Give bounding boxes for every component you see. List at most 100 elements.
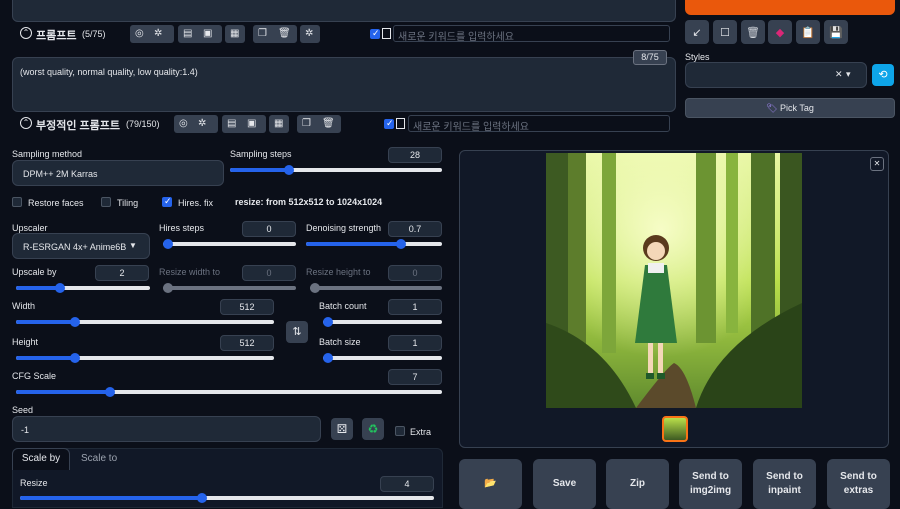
generated-image[interactable] — [546, 153, 802, 408]
send-to-extras-button[interactable]: Send to extras — [827, 459, 890, 509]
recycle-icon[interactable]: ♻ — [362, 418, 384, 440]
square-icon-button[interactable]: ☐ — [713, 20, 737, 44]
resize-height-input[interactable]: 0 — [388, 265, 442, 281]
batch-count-input[interactable]: 1 — [388, 299, 442, 315]
negative-toolbar: ⌃ 부정적인 프롬프트 (79/150) ◎ ✲ ▤ ▣ ▦ ❐ 🗑 새로운 키… — [12, 114, 676, 134]
document-icon[interactable]: ▤ — [227, 118, 236, 129]
negative-count: (79/150) — [126, 119, 160, 129]
denoising-slider[interactable] — [306, 239, 442, 249]
resize-height-slider[interactable] — [310, 283, 442, 293]
batch-size-input[interactable]: 1 — [388, 335, 442, 351]
image-icon[interactable]: ▦ — [274, 118, 283, 129]
bookmark-icon[interactable]: ▣ — [247, 118, 256, 129]
styles-dropdown[interactable]: ✕ ▾ — [685, 62, 867, 88]
close-image-button[interactable]: ✕ — [870, 157, 884, 171]
sampling-method-select[interactable]: DPM++ 2M Karras — [12, 160, 224, 186]
seed-input[interactable]: -1 — [12, 416, 321, 442]
width-input[interactable]: 512 — [220, 299, 274, 315]
negative-prompt-textarea[interactable]: (worst quality, normal quality, low qual… — [12, 57, 676, 112]
open-folder-button[interactable]: 📂 — [459, 459, 522, 509]
collapse-icon[interactable]: ⌃ — [20, 27, 32, 39]
copy-icon[interactable]: ❐ — [258, 28, 267, 39]
dice-icon[interactable]: ⚄ — [331, 418, 353, 440]
arrow-icon-button[interactable]: ↙ — [685, 20, 709, 44]
gear-icon[interactable]: ✲ — [198, 118, 206, 129]
slider-fill — [16, 286, 61, 290]
bookmark-icon[interactable]: ▣ — [203, 28, 212, 39]
cfg-scale-slider[interactable] — [16, 387, 442, 397]
trash-icon[interactable]: 🗑 — [278, 28, 291, 39]
swap-dimensions-button[interactable]: ⇅ — [286, 321, 308, 343]
tiling-checkbox[interactable] — [101, 197, 111, 207]
folder-icon: 📂 — [484, 478, 497, 489]
restore-faces-checkbox[interactable] — [12, 197, 22, 207]
slider-handle[interactable] — [396, 239, 407, 249]
document-icon[interactable]: ▤ — [183, 28, 192, 39]
sampling-steps-input[interactable]: 28 — [388, 147, 442, 163]
slider-handle[interactable] — [310, 283, 320, 293]
slider-handle[interactable] — [323, 353, 333, 363]
hires-steps-slider[interactable] — [163, 239, 296, 249]
keyword-checkbox[interactable] — [370, 28, 380, 39]
hires-steps-input[interactable]: 0 — [242, 221, 296, 237]
keyword-checkbox[interactable] — [384, 118, 394, 129]
batch-size-slider[interactable] — [323, 353, 442, 363]
slider-handle[interactable] — [284, 165, 295, 175]
keyword-input[interactable]: 새로운 키워드를 입력하세요 — [393, 25, 670, 43]
keyword-input[interactable]: 새로운 키워드를 입력하세요 — [408, 115, 670, 133]
clear-icon[interactable]: ✕ — [835, 69, 843, 80]
globe-icon[interactable]: ◎ — [179, 118, 188, 129]
resize-slider[interactable] — [20, 493, 434, 503]
copy-icon[interactable]: ❐ — [302, 118, 311, 129]
globe-icon[interactable]: ◎ — [135, 28, 144, 39]
negative-tool-group-1: ◎ ✲ — [174, 115, 218, 133]
keyword-placeholder: 새로운 키워드를 입력하세요 — [398, 32, 514, 43]
upscaler-select[interactable]: R-ESRGAN 4x+ Anime6B ▼ — [12, 233, 150, 259]
slider-handle[interactable] — [163, 283, 173, 293]
resize-input[interactable]: 4 — [380, 476, 434, 492]
palette-icon-button[interactable]: ◆ — [768, 20, 792, 44]
generate-button[interactable] — [685, 0, 895, 15]
resize-width-input[interactable]: 0 — [242, 265, 296, 281]
slider-fill — [16, 356, 76, 360]
tab-scale-by[interactable]: Scale by — [12, 448, 70, 470]
thumbnail[interactable] — [662, 416, 688, 442]
hires-fix-checkbox[interactable] — [162, 196, 172, 207]
slider-handle[interactable] — [55, 283, 66, 293]
resize-height-label: Resize height to — [306, 267, 371, 277]
chevron-down-icon[interactable]: ▾ — [846, 69, 851, 80]
settings-icon[interactable]: ✲ — [305, 28, 313, 39]
slider-handle[interactable] — [104, 387, 115, 397]
slider-handle[interactable] — [323, 317, 333, 327]
image-icon[interactable]: ▦ — [230, 28, 239, 39]
floppy-icon-button[interactable]: 💾 — [824, 20, 848, 44]
extra-checkbox[interactable] — [395, 426, 405, 436]
refresh-styles-button[interactable]: ⟲ — [872, 64, 894, 86]
trash-icon-button[interactable]: 🗑 — [741, 20, 765, 44]
trash-icon[interactable]: 🗑 — [322, 118, 335, 129]
pick-tag-button[interactable]: 🏷 Pick Tag — [685, 98, 895, 118]
collapse-icon[interactable]: ⌃ — [20, 117, 32, 129]
send-to-inpaint-button[interactable]: Send to inpaint — [753, 459, 816, 509]
batch-count-slider[interactable] — [323, 317, 442, 327]
upscale-by-input[interactable]: 2 — [95, 265, 149, 281]
gear-icon[interactable]: ✲ — [154, 28, 162, 39]
slider-handle[interactable] — [70, 353, 81, 363]
width-slider[interactable] — [16, 317, 274, 327]
clipboard-icon-button[interactable]: 📋 — [796, 20, 820, 44]
cfg-scale-input[interactable]: 7 — [388, 369, 442, 385]
denoising-input[interactable]: 0.7 — [388, 221, 442, 237]
resize-width-slider[interactable] — [163, 283, 296, 293]
sampling-steps-slider[interactable] — [230, 165, 442, 175]
slider-handle[interactable] — [163, 239, 173, 249]
prompt-tool-group-3: ▦ — [225, 25, 245, 43]
upscale-by-slider[interactable] — [16, 283, 150, 293]
save-button[interactable]: Save — [533, 459, 596, 509]
tab-scale-to[interactable]: Scale to — [81, 453, 117, 464]
zip-button[interactable]: Zip — [606, 459, 669, 509]
slider-handle[interactable] — [70, 317, 81, 327]
height-slider[interactable] — [16, 353, 274, 363]
height-input[interactable]: 512 — [220, 335, 274, 351]
prompt-textarea[interactable] — [12, 0, 676, 22]
send-to-img2img-button[interactable]: Send to img2img — [679, 459, 742, 509]
